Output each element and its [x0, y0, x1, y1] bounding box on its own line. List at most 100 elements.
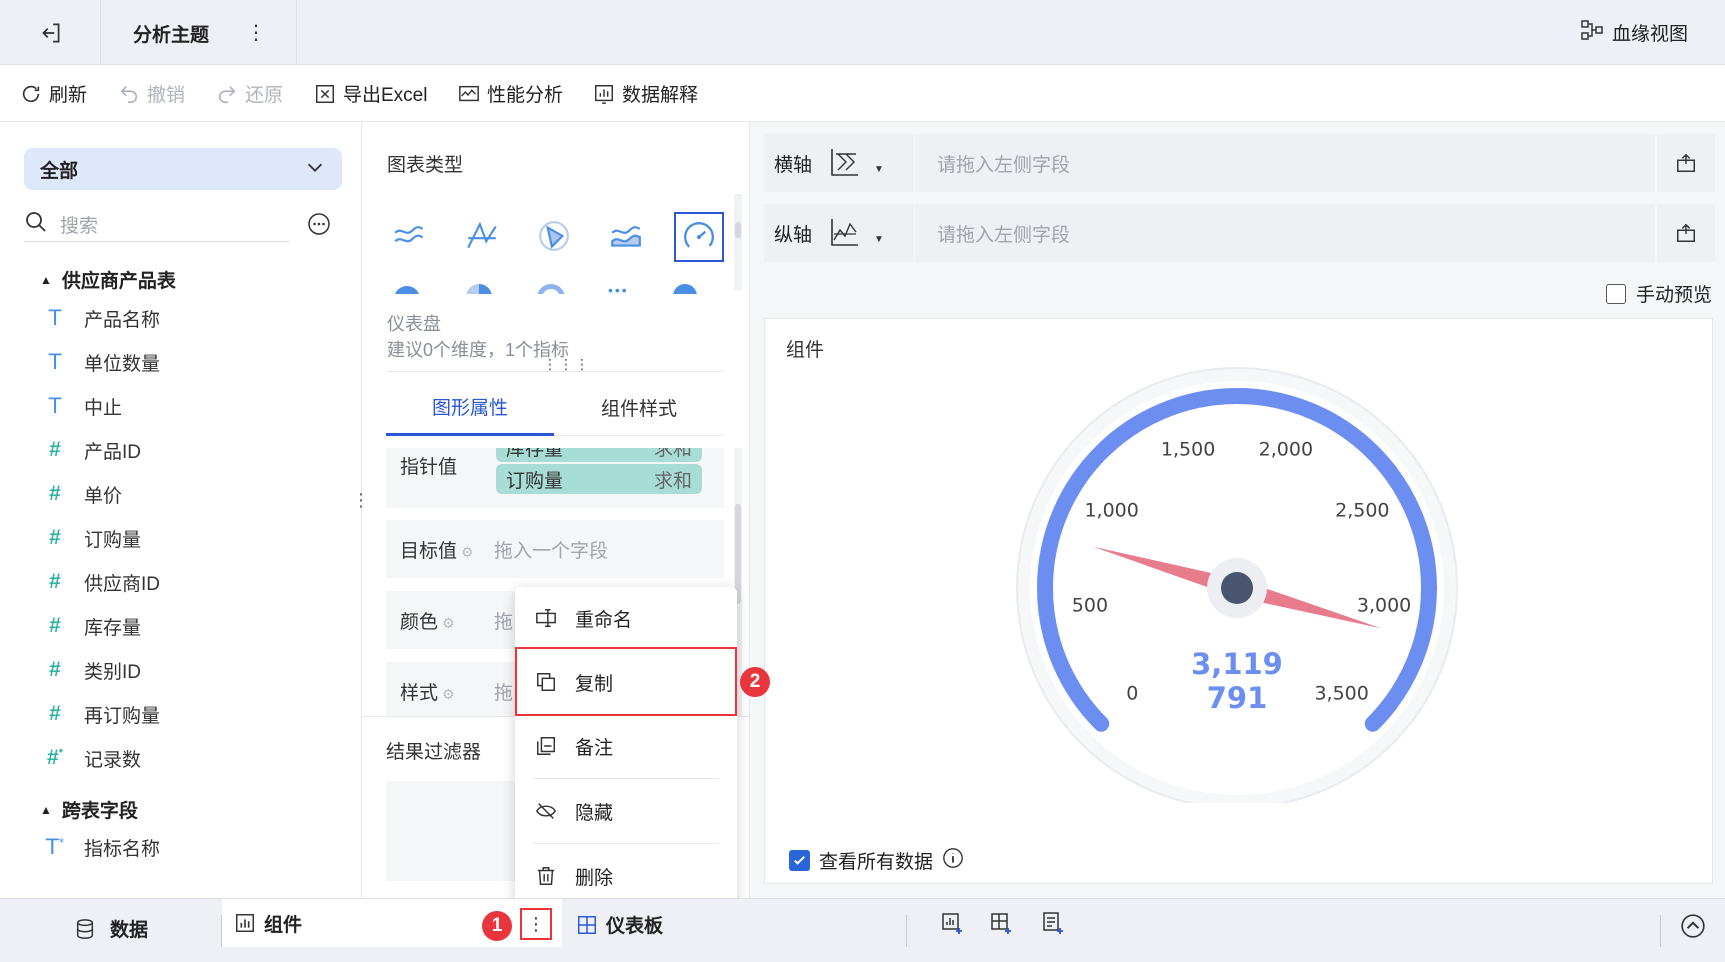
- gauge-minor-tick: [1414, 558, 1419, 561]
- data-explain-button[interactable]: 数据解释: [593, 65, 698, 122]
- field-item[interactable]: # 供应商ID: [44, 562, 160, 602]
- data-explain-label: 数据解释: [622, 85, 699, 106]
- gear-icon: ⚙: [461, 544, 474, 560]
- info-icon[interactable]: [942, 847, 964, 874]
- component-more-button[interactable]: ⋮: [520, 908, 552, 940]
- chart-type-area-icon[interactable]: [609, 219, 643, 258]
- caret-down-icon[interactable]: ▼: [874, 164, 884, 175]
- x-axis-placeholder: 请拖入左侧字段: [937, 154, 1071, 176]
- tab-component-label: 组件: [264, 914, 303, 936]
- field-item[interactable]: # 产品ID: [44, 430, 141, 470]
- field-item[interactable]: T* 指标名称: [44, 827, 160, 867]
- view-all-data[interactable]: 查看所有数据: [789, 847, 964, 874]
- chart-type-scatter-icon[interactable]: •••: [608, 282, 629, 294]
- field-item[interactable]: #* 记录数: [44, 738, 141, 778]
- pointer-field-pill[interactable]: 库存量 求和: [496, 448, 702, 462]
- chart-type-rose-icon[interactable]: [466, 284, 492, 294]
- tab-component-style[interactable]: 组件样式: [554, 380, 724, 436]
- menu-item-note[interactable]: 备注: [515, 715, 737, 777]
- data-explain-icon: [595, 84, 613, 104]
- target-value-label-wrap: 目标值 ⚙: [400, 536, 474, 563]
- selected-chart-hint: 建议0个维度，1个指标: [387, 340, 570, 360]
- export-excel-button[interactable]: 导出Excel: [314, 65, 427, 122]
- field-item[interactable]: # 订购量: [44, 518, 141, 558]
- group-toggle-supplier[interactable]: ▲ 供应商产品表: [40, 266, 176, 293]
- group-toggle-cross-table[interactable]: ▲ 跨表字段: [40, 796, 138, 823]
- menu-item-rename[interactable]: 重命名: [515, 587, 737, 649]
- x-axis-settings-button[interactable]: [1657, 134, 1715, 192]
- collapse-triangle-icon: ▲: [40, 272, 52, 287]
- group-title-label: 供应商产品表: [61, 271, 176, 292]
- tab-divider: [906, 915, 907, 947]
- text-field-icon: T: [48, 350, 62, 374]
- manual-preview-toggle[interactable]: 手动预览: [1606, 280, 1712, 307]
- pointer-field-pill[interactable]: 订购量 求和: [496, 464, 702, 494]
- add-component-icon[interactable]: [940, 911, 964, 940]
- gauge-value-2: 791: [1207, 681, 1268, 715]
- x-axis-dropzone[interactable]: 请拖入左侧字段: [915, 134, 1655, 192]
- undo-button[interactable]: 撤销: [118, 65, 185, 122]
- redo-button[interactable]: 还原: [216, 65, 283, 122]
- field-label: 记录数: [84, 749, 142, 771]
- more-icon[interactable]: ⋮: [246, 20, 266, 45]
- field-item[interactable]: T 单位数量: [44, 342, 160, 382]
- y-axis-settings-button[interactable]: [1657, 204, 1715, 262]
- field-item[interactable]: # 再订购量: [44, 694, 160, 734]
- field-label: 单位数量: [84, 353, 161, 375]
- pointer-value-row: 指针值 库存量 求和 订购量 求和: [386, 448, 724, 508]
- calculated-number-field-icon: #*: [47, 746, 63, 769]
- tab-dashboard[interactable]: 仪表板: [576, 911, 663, 938]
- view-all-data-label: 查看所有数据: [819, 852, 934, 873]
- caret-down-icon[interactable]: ▼: [874, 234, 884, 245]
- chart-type-gauge-icon[interactable]: [674, 212, 724, 262]
- chart-type-funnel-icon[interactable]: [673, 284, 697, 294]
- manual-preview-label: 手动预览: [1636, 285, 1713, 306]
- field-item[interactable]: T 中止: [44, 386, 122, 426]
- style-label-wrap: 样式 ⚙: [400, 678, 455, 705]
- add-dashboard-icon[interactable]: [989, 911, 1013, 940]
- performance-analysis-button[interactable]: 性能分析: [458, 65, 563, 122]
- tab-data[interactable]: 数据: [74, 915, 148, 942]
- collapse-up-icon[interactable]: [1680, 913, 1706, 944]
- more-options-icon[interactable]: [307, 212, 331, 241]
- page-title: 分析主题: [133, 25, 210, 46]
- toolbar: 刷新 撤销 还原 导出Excel 性能分析 数据解释: [0, 65, 1725, 122]
- number-field-icon: #: [49, 658, 61, 681]
- number-field-icon: #: [49, 526, 61, 549]
- gauge-minor-tick: [1211, 405, 1214, 410]
- result-filter-dropzone[interactable]: [386, 781, 526, 881]
- target-value-row[interactable]: 目标值 ⚙ 拖入一个字段: [386, 520, 724, 578]
- context-menu: 重命名 复制 备注 隐藏 删除: [515, 587, 737, 907]
- search-box[interactable]: 搜索: [24, 208, 290, 242]
- menu-item-hide[interactable]: 隐藏: [515, 780, 737, 842]
- x-axis-box[interactable]: 横轴 ▼: [764, 134, 914, 192]
- field-item[interactable]: T 产品名称: [44, 298, 160, 338]
- field-item[interactable]: # 库存量: [44, 606, 141, 646]
- checkbox-checked[interactable]: [789, 850, 810, 871]
- lineage-view-label: 血缘视图: [1612, 24, 1689, 45]
- chart-type-line-icon[interactable]: [392, 219, 426, 258]
- field-label: 单价: [84, 485, 123, 507]
- lineage-view-button[interactable]: 血缘视图: [1580, 18, 1688, 47]
- sort-icon: [1677, 153, 1695, 172]
- checkbox[interactable]: [1606, 283, 1626, 304]
- tab-graph-properties[interactable]: 图形属性: [386, 380, 554, 436]
- top-bar: 分析主题 ⋮ 血缘视图: [0, 0, 1725, 65]
- chart-type-pie-icon[interactable]: [394, 286, 420, 294]
- chart-type-scrollbar[interactable]: [734, 194, 742, 290]
- back-icon[interactable]: [38, 20, 64, 46]
- color-placeholder: 拖: [494, 612, 514, 633]
- table-dropdown[interactable]: 全部: [24, 148, 342, 190]
- component-card: 组件 0 500 1,000 1,500 2,000 2,500 3,000 3,500 3,…: [764, 318, 1713, 884]
- chart-type-radar-line-icon[interactable]: [465, 219, 499, 258]
- chart-type-radar-icon[interactable]: [537, 219, 571, 258]
- trash-icon: [537, 867, 555, 885]
- refresh-button[interactable]: 刷新: [20, 65, 87, 122]
- y-axis-box[interactable]: 纵轴 ▼: [764, 204, 914, 262]
- add-report-icon[interactable]: [1041, 911, 1065, 940]
- pill-field-name: 订购量: [506, 470, 564, 492]
- y-axis-dropzone[interactable]: 请拖入左侧字段: [915, 204, 1655, 262]
- chart-type-ring-icon[interactable]: [537, 284, 565, 294]
- field-item[interactable]: # 类别ID: [44, 650, 141, 690]
- field-item[interactable]: # 单价: [44, 474, 122, 514]
